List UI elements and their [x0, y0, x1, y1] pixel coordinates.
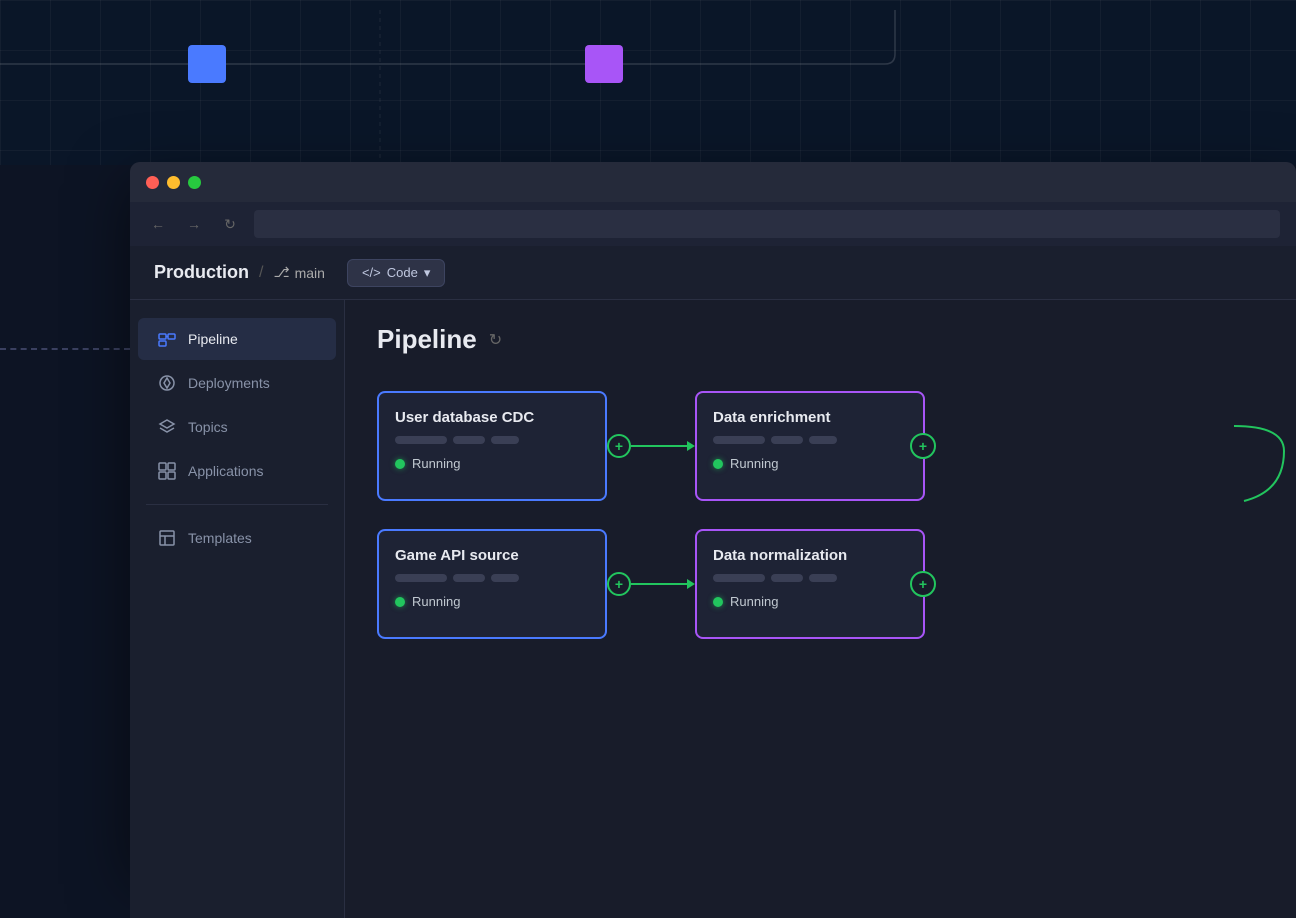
back-button[interactable]: ← [146, 212, 170, 236]
status-text-1: Running [412, 456, 460, 471]
node-game-api-source[interactable]: Game API source Running [377, 529, 607, 639]
status-text-2: Running [730, 456, 778, 471]
branch-icon: ⎇ [273, 264, 289, 281]
tag-9 [491, 574, 519, 582]
connector-line-2 [631, 583, 687, 585]
tag-10 [713, 574, 765, 582]
bg-connectors-svg [0, 0, 1296, 165]
tag-5 [771, 436, 803, 444]
node-game-api-tags [395, 574, 589, 582]
dashed-line-left [0, 348, 130, 350]
background-area [0, 0, 1296, 165]
sidebar: Pipeline Deployments [130, 300, 345, 918]
tag-4 [713, 436, 765, 444]
traffic-light-yellow[interactable] [167, 176, 180, 189]
main-content: Pipeline ↻ User database CDC [345, 300, 1296, 918]
address-bar[interactable] [254, 210, 1280, 238]
sidebar-templates-label: Templates [188, 530, 252, 546]
node-user-db-cdc-title: User database CDC [395, 409, 589, 426]
status-dot-3 [395, 597, 405, 607]
tag-8 [453, 574, 485, 582]
app-layout: Pipeline Deployments [130, 300, 1296, 918]
connector-2: + [607, 572, 687, 596]
connector-line-1 [631, 445, 687, 447]
node-data-norm-tags [713, 574, 907, 582]
connector-plus-1[interactable]: + [607, 434, 631, 458]
pipeline-icon [158, 330, 176, 348]
node-data-enrichment-title: Data enrichment [713, 409, 907, 426]
pipeline-refresh-button[interactable]: ↻ [489, 330, 502, 350]
code-label: Code [387, 265, 418, 280]
sidebar-item-templates[interactable]: Templates [138, 517, 336, 559]
forward-button[interactable]: → [182, 212, 206, 236]
breadcrumb-separator: / [259, 264, 263, 282]
pipeline-canvas: User database CDC Running + [345, 371, 1296, 659]
topics-icon [158, 418, 176, 436]
tag-2 [453, 436, 485, 444]
tag-7 [395, 574, 447, 582]
status-dot-4 [713, 597, 723, 607]
breadcrumb-bar: Production / ⎇ main </> Code ▾ [130, 246, 1296, 300]
status-dot-2 [713, 459, 723, 469]
node-game-api-status: Running [395, 594, 589, 609]
tag-11 [771, 574, 803, 582]
sidebar-item-topics[interactable]: Topics [138, 406, 336, 448]
browser-window: ← → ↻ Production / ⎇ main </> Code ▾ [130, 162, 1296, 864]
connector-plus-2[interactable]: + [607, 572, 631, 596]
node-user-db-cdc-status: Running [395, 456, 589, 471]
node-data-norm-title: Data normalization [713, 547, 907, 564]
status-dot-1 [395, 459, 405, 469]
node-data-norm-status: Running [713, 594, 907, 609]
node-data-enrichment-status: Running [713, 456, 907, 471]
right-curve-svg [1234, 371, 1294, 511]
status-text-3: Running [412, 594, 460, 609]
branch-info: ⎇ main [273, 264, 325, 281]
node-data-enrichment[interactable]: Data enrichment Running + [695, 391, 925, 501]
code-button[interactable]: </> Code ▾ [347, 259, 445, 287]
browser-titlebar [130, 162, 1296, 202]
sidebar-item-deployments[interactable]: Deployments [138, 362, 336, 404]
sidebar-divider [146, 504, 328, 505]
connector-1: + [607, 434, 687, 458]
tag-6 [809, 436, 837, 444]
sidebar-applications-label: Applications [188, 463, 264, 479]
sidebar-topics-label: Topics [188, 419, 228, 435]
sidebar-item-pipeline[interactable]: Pipeline [138, 318, 336, 360]
page-title: Pipeline [377, 324, 477, 355]
node-user-db-cdc[interactable]: User database CDC Running [377, 391, 607, 501]
connector-plus-right-2[interactable]: + [910, 571, 936, 597]
sidebar-deployments-label: Deployments [188, 375, 270, 391]
branch-name: main [295, 265, 325, 281]
tag-1 [395, 436, 447, 444]
connector-plus-right-1[interactable]: + [910, 433, 936, 459]
deployments-icon [158, 374, 176, 392]
node-game-api-title: Game API source [395, 547, 589, 564]
refresh-button[interactable]: ↻ [218, 212, 242, 236]
applications-icon [158, 462, 176, 480]
node-user-db-cdc-tags [395, 436, 589, 444]
tag-12 [809, 574, 837, 582]
status-text-4: Running [730, 594, 778, 609]
sidebar-pipeline-label: Pipeline [188, 331, 238, 347]
browser-nav: ← → ↻ [130, 202, 1296, 246]
traffic-light-red[interactable] [146, 176, 159, 189]
sidebar-item-applications[interactable]: Applications [138, 450, 336, 492]
tag-3 [491, 436, 519, 444]
traffic-light-green[interactable] [188, 176, 201, 189]
code-icon: </> [362, 265, 381, 280]
project-name: Production [154, 262, 249, 283]
templates-icon [158, 529, 176, 547]
node-data-enrichment-tags [713, 436, 907, 444]
main-header: Pipeline ↻ [345, 300, 1296, 371]
code-dropdown-icon: ▾ [424, 265, 431, 281]
node-data-normalization[interactable]: Data normalization Running + [695, 529, 925, 639]
